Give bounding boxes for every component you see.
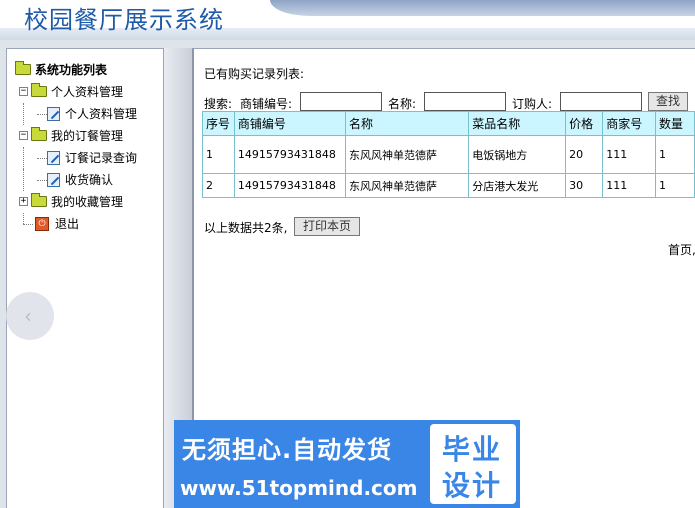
name-label: 名称:	[388, 97, 417, 111]
tree-item-label: 个人资料管理	[65, 107, 138, 121]
watermark-badge-line1: 毕业	[442, 433, 503, 466]
table-cell: 1	[202, 135, 235, 174]
tree-group-orders[interactable]: − 我的订餐管理	[15, 125, 165, 147]
search-bar: 搜索: 商铺编号: 名称: 订购人: 查找	[204, 92, 694, 112]
table-cell: 电饭锅地方	[468, 135, 567, 174]
table-cell: 2	[202, 173, 235, 198]
function-tree: 系统功能列表 − 个人资料管理 个人资料管理 − 我的订餐管理 订餐记录查询 收…	[15, 59, 165, 235]
edit-page-icon	[47, 173, 60, 187]
table-cell: 1	[655, 173, 695, 198]
column-header[interactable]: 商铺编号	[233, 111, 347, 136]
store-no-label: 商铺编号:	[240, 97, 293, 111]
tree-group-label: 个人资料管理	[51, 85, 124, 99]
table-row[interactable]: 1 14915793431848 东风风神单范德萨 电饭锅地方 20 111 1	[202, 135, 695, 174]
tree-group-profile[interactable]: − 个人资料管理	[15, 81, 165, 103]
column-header[interactable]: 数量	[655, 111, 695, 136]
edit-page-icon	[47, 151, 60, 165]
watermark-line2: www.51topmind.com	[180, 476, 418, 500]
table-cell: 1	[655, 135, 695, 174]
folder-closed-icon	[31, 193, 47, 207]
watermark-badge: 毕业 设计	[430, 424, 516, 504]
app-title: 校园餐厅展示系统	[24, 6, 224, 34]
folder-open-icon	[15, 61, 31, 75]
folder-open-icon	[31, 127, 47, 141]
watermark-banner: 无须担心.自动发货 www.51topmind.com 毕业 设计	[174, 420, 520, 508]
expand-icon[interactable]: +	[19, 197, 28, 206]
store-no-input[interactable]	[300, 92, 382, 111]
table-cell: 分店港大发光	[468, 173, 567, 198]
exit-icon: ⏻	[35, 217, 49, 231]
tree-root-label: 系统功能列表	[35, 63, 108, 77]
tree-group-favorites[interactable]: + 我的收藏管理	[15, 191, 165, 213]
table-cell: 20	[565, 135, 604, 174]
header-band	[270, 0, 695, 16]
column-header[interactable]: 价格	[565, 111, 604, 136]
search-button[interactable]: 查找	[648, 92, 688, 111]
table-row[interactable]: 2 14915793431848 东风风神单范德萨 分店港大发光 30 111 …	[202, 173, 695, 198]
search-prefix: 搜索:	[204, 97, 233, 111]
tree-item-label: 订餐记录查询	[65, 151, 138, 165]
watermark-badge-line2: 设计	[442, 469, 503, 502]
column-header[interactable]: 名称	[345, 111, 470, 136]
collapse-icon[interactable]: −	[19, 131, 28, 140]
pager: 首页,	[668, 241, 695, 258]
tree-group-label: 我的收藏管理	[51, 195, 124, 209]
table-header-row: 序号 商铺编号 名称 菜品名称 价格 商家号 数量	[202, 111, 695, 136]
watermark-text: 无须担心.自动发货 www.51topmind.com	[174, 420, 428, 508]
tree-item-profile[interactable]: 个人资料管理	[15, 103, 165, 125]
tree-root[interactable]: 系统功能列表	[15, 59, 165, 81]
back-arrow-button[interactable]: ‹	[6, 292, 54, 340]
buyer-input[interactable]	[560, 92, 642, 111]
tree-item-exit[interactable]: ⏻ 退出	[15, 213, 165, 235]
tree-item-order-records[interactable]: 订餐记录查询	[15, 147, 165, 169]
table-cell: 东风风神单范德萨	[345, 135, 470, 174]
table-cell: 东风风神单范德萨	[345, 173, 470, 198]
sidebar: 系统功能列表 − 个人资料管理 个人资料管理 − 我的订餐管理 订餐记录查询 收…	[6, 48, 164, 508]
tree-item-label: 收货确认	[65, 173, 114, 187]
app-header: 校园餐厅展示系统	[0, 0, 695, 40]
table-cell: 111	[602, 135, 656, 174]
record-total: 以上数据共2条,	[204, 219, 287, 236]
records-table: 序号 商铺编号 名称 菜品名称 价格 商家号 数量 1 149157934318…	[202, 111, 695, 198]
tree-item-label: 退出	[55, 217, 80, 231]
print-page-button[interactable]: 打印本页	[294, 217, 360, 236]
table-cell: 30	[565, 173, 604, 198]
table-cell: 111	[602, 173, 656, 198]
column-header[interactable]: 序号	[202, 111, 235, 136]
table-cell: 14915793431848	[233, 173, 347, 198]
column-header[interactable]: 菜品名称	[468, 111, 567, 136]
buyer-label: 订购人:	[512, 97, 553, 111]
chevron-left-icon: ‹	[24, 304, 32, 328]
record-total-text: 以上数据共2条,	[204, 221, 288, 235]
tree-group-label: 我的订餐管理	[51, 129, 124, 143]
pager-first-link[interactable]: 首页,	[668, 243, 695, 257]
edit-page-icon	[47, 107, 60, 121]
list-title: 已有购买记录列表:	[204, 67, 305, 81]
collapse-icon[interactable]: −	[19, 87, 28, 96]
tree-item-receipt-confirm[interactable]: 收货确认	[15, 169, 165, 191]
watermark-line1: 无须担心.自动发货	[182, 436, 393, 464]
folder-open-icon	[31, 83, 47, 97]
table-cell: 14915793431848	[233, 135, 347, 174]
name-input[interactable]	[424, 92, 506, 111]
column-header[interactable]: 商家号	[602, 111, 656, 136]
